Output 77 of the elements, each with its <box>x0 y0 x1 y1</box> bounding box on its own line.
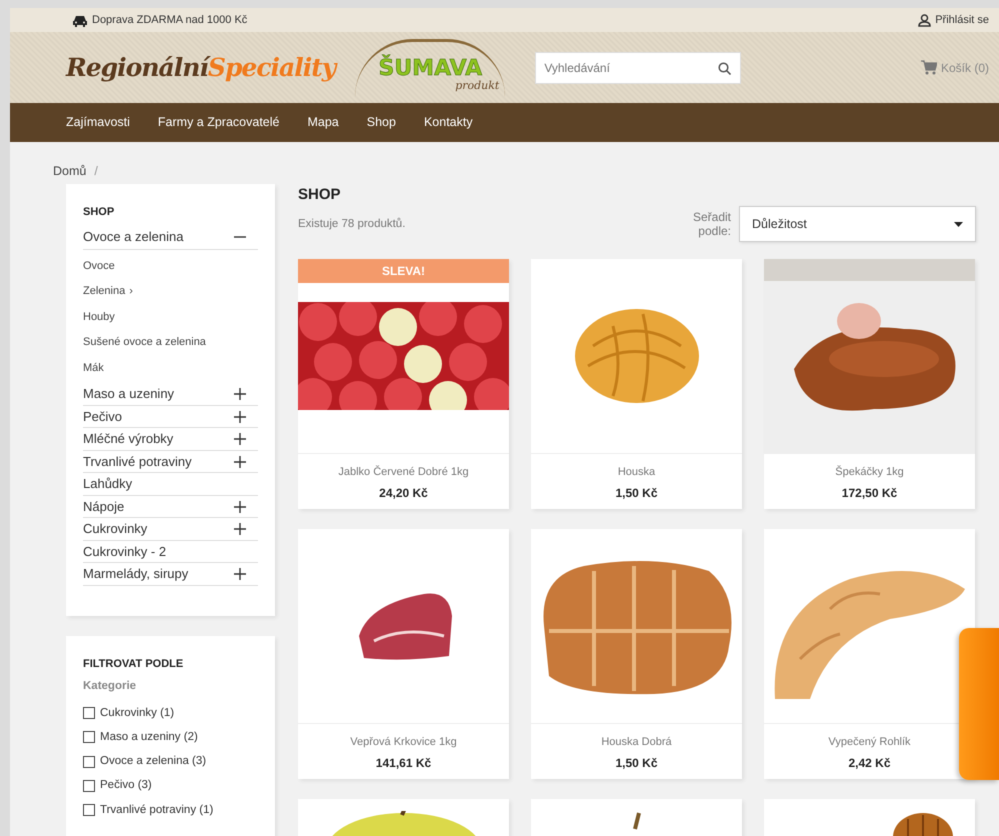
subcategory-link[interactable]: Houby <box>83 308 115 326</box>
subcategory-link[interactable]: Ovoce <box>83 258 115 274</box>
subcategory-link[interactable]: Zelenina <box>83 283 126 300</box>
checkbox[interactable] <box>83 756 95 768</box>
checkbox[interactable] <box>83 780 95 792</box>
filter-option-label: Maso a uzeniny (2) <box>100 730 198 745</box>
nav-link[interactable]: Zajímavosti <box>66 113 130 132</box>
checkbox[interactable] <box>83 804 95 816</box>
product-price: 24,20 Kč <box>378 484 429 502</box>
checkbox[interactable] <box>83 707 95 720</box>
product-name: Jablko Červené Dobré 1kg <box>337 464 470 480</box>
login-link[interactable]: Přihlásit se <box>918 12 989 28</box>
category-link[interactable]: Cukrovinky <box>83 519 148 539</box>
checkbox[interactable] <box>83 731 95 744</box>
product-card[interactable]: SLEVA! Jablko Červené Dobré 1kg 24,20 Kč <box>298 259 509 510</box>
product-card[interactable]: Špekáčky 1kg 172,50 Kč <box>764 259 975 510</box>
nav-link[interactable]: Mapa <box>307 113 339 132</box>
product-name: Špekáčky 1kg <box>834 464 905 480</box>
subcategory-link[interactable]: Mák <box>83 360 104 376</box>
nav-link[interactable]: Kontakty <box>424 113 473 132</box>
category-link[interactable]: Maso a uzeniny <box>83 384 174 404</box>
filter-option-label: Cukrovinky (1) <box>100 706 174 720</box>
brand-logo: ŠUMAVA produkt <box>355 38 506 96</box>
product-count: Existuje 78 produktů. <box>298 216 406 232</box>
category-link[interactable]: Lahůdky <box>83 474 132 494</box>
panel-title: FILTROVAT PODLE <box>83 656 184 672</box>
product-price: 141,61 Kč <box>374 754 432 772</box>
nav-link[interactable]: Farmy a Zpracovatelé <box>158 113 280 132</box>
breadcrumb-link[interactable]: Domů <box>53 162 86 181</box>
search-icon[interactable] <box>718 62 732 74</box>
nav-link[interactable]: Shop <box>366 113 396 132</box>
product-price: 2,42 Kč <box>847 754 892 772</box>
sort-label: Seřadit podle: <box>692 210 731 239</box>
product-price: 172,50 Kč <box>840 484 898 502</box>
product-name: Vepřová Krkovice 1kg <box>349 735 458 750</box>
category-link[interactable]: Pečivo <box>83 406 122 426</box>
category-link[interactable]: Mléčné výrobky <box>83 429 174 449</box>
site-logo[interactable]: RegionálníSpeciality <box>66 48 336 86</box>
chevron-glyph: › <box>129 284 133 300</box>
product-price: 1,50 Kč <box>614 754 659 772</box>
product-card[interactable]: Houska Dobrá 1,50 Kč <box>531 529 742 780</box>
expand-icon[interactable] <box>234 388 246 400</box>
caret-icon <box>954 222 963 227</box>
page-title: SHOP <box>298 184 342 205</box>
discount-badge: SLEVA! <box>298 259 509 284</box>
car-icon <box>72 14 88 26</box>
search-field[interactable]: Vyhledávání <box>535 52 742 84</box>
sort-dropdown[interactable]: Důležitost <box>739 206 976 242</box>
expand-icon[interactable] <box>234 433 246 445</box>
expand-icon[interactable] <box>234 456 246 468</box>
expand-icon[interactable] <box>234 568 246 580</box>
product-name: Houska Dobrá <box>600 735 673 750</box>
category-link[interactable]: Marmelády, sirupy <box>83 564 188 584</box>
panel-title: SHOP <box>83 204 116 220</box>
product-card[interactable]: Houska 1,50 Kč <box>531 259 742 510</box>
product-name: Vypečený Rohlík <box>827 735 912 750</box>
product-price: 1,50 Kč <box>614 484 659 502</box>
facet-title: Kategorie <box>83 679 138 694</box>
stem-drawing <box>632 811 642 832</box>
filter-option-label: Trvanlivé potraviny (1) <box>100 802 214 818</box>
category-link[interactable]: Nápoje <box>83 496 124 516</box>
product-name: Houska <box>616 465 656 480</box>
category-link[interactable]: Trvanlivé potraviny <box>83 452 192 472</box>
product-card[interactable]: Vepřová Krkovice 1kg 141,61 Kč <box>298 529 509 780</box>
expand-icon[interactable] <box>234 500 246 512</box>
cart-icon <box>920 60 937 75</box>
product-card[interactable]: Vypečený Rohlík 2,42 Kč <box>764 529 975 780</box>
breadcrumb-separator: / <box>94 163 98 180</box>
expand-icon[interactable] <box>234 523 246 535</box>
filter-option-label: Ovoce a zelenina (3) <box>100 754 206 769</box>
expand-icon[interactable] <box>234 410 246 422</box>
category-link[interactable]: Ovoce a zelenina <box>83 227 184 247</box>
user-icon <box>918 14 932 26</box>
subcategory-link[interactable]: Sušené ovoce a zelenina <box>83 334 206 351</box>
filter-option-label: Pečivo (3) <box>100 778 152 794</box>
category-link[interactable]: Cukrovinky - 2 <box>83 542 166 562</box>
shipping-notice: Doprava ZDARMA nad 1000 Kč <box>92 12 248 28</box>
